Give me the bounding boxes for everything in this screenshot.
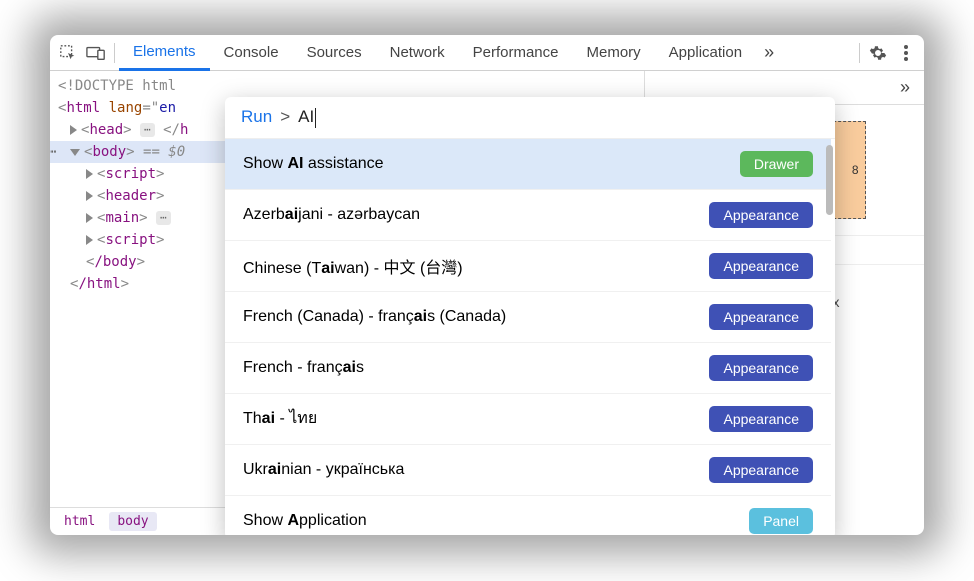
- command-item[interactable]: Chinese (Taiwan) - 中文 (台灣) Appearance: [225, 241, 831, 292]
- command-item-badge: Appearance: [709, 355, 813, 381]
- command-item[interactable]: Azerbaijani - azərbaycan Appearance: [225, 190, 831, 241]
- tab-sources[interactable]: Sources: [293, 35, 376, 71]
- settings-gear-icon[interactable]: [864, 39, 892, 67]
- command-item[interactable]: French (Canada) - français (Canada) Appea…: [225, 292, 831, 343]
- breadcrumb-html[interactable]: html: [56, 512, 103, 531]
- command-item-label: Chinese (Taiwan) - 中文 (台灣): [243, 254, 463, 278]
- tab-memory[interactable]: Memory: [573, 35, 655, 71]
- dom-doctype[interactable]: <!DOCTYPE html: [50, 75, 644, 97]
- command-item-label: French (Canada) - français (Canada): [243, 308, 506, 326]
- breadcrumb-body[interactable]: body: [109, 512, 156, 531]
- command-item-badge: Appearance: [709, 202, 813, 228]
- command-item-badge: Appearance: [709, 253, 813, 279]
- command-item-badge: Appearance: [709, 406, 813, 432]
- command-item-badge: Appearance: [709, 304, 813, 330]
- command-prefix-label: Run: [241, 107, 272, 127]
- toolbar-separator: [114, 43, 115, 63]
- command-input-row[interactable]: Run > AI: [225, 97, 835, 139]
- more-options-icon[interactable]: [892, 39, 920, 67]
- command-item[interactable]: French - français Appearance: [225, 343, 831, 394]
- command-item-badge: Appearance: [709, 457, 813, 483]
- tab-network[interactable]: Network: [376, 35, 459, 71]
- command-item-label: Ukrainian - українська: [243, 461, 404, 479]
- tab-elements[interactable]: Elements: [119, 35, 210, 71]
- command-item-badge: Drawer: [740, 151, 813, 177]
- command-item-label: Thai - ไทย: [243, 406, 317, 431]
- command-item[interactable]: Show AI assistance Drawer: [225, 139, 831, 190]
- command-item[interactable]: Show Application Panel: [225, 496, 831, 535]
- command-caret: >: [280, 107, 290, 127]
- device-toggle-icon[interactable]: [82, 39, 110, 67]
- tab-application[interactable]: Application: [655, 35, 756, 71]
- tab-performance[interactable]: Performance: [459, 35, 573, 71]
- main-toolbar: Elements Console Sources Network Perform…: [50, 35, 924, 71]
- command-item-label: French - français: [243, 359, 364, 377]
- command-item-label: Azerbaijani - azərbaycan: [243, 206, 420, 224]
- tab-console[interactable]: Console: [210, 35, 293, 71]
- scrollbar[interactable]: [826, 145, 833, 215]
- command-item[interactable]: Ukrainian - українська Appearance: [225, 445, 831, 496]
- toolbar-separator: [859, 43, 860, 63]
- command-item-badge: Panel: [749, 508, 813, 534]
- command-menu: Run > AI Show AI assistance Drawer Azerbaij…: [225, 97, 835, 535]
- command-results-list: Show AI assistance Drawer Azerbaijani - az…: [225, 139, 835, 535]
- command-item[interactable]: Thai - ไทย Appearance: [225, 394, 831, 445]
- inspect-element-icon[interactable]: [54, 39, 82, 67]
- tabs-overflow-button[interactable]: »: [756, 42, 782, 63]
- sidebar-tabs-overflow[interactable]: »: [892, 77, 918, 98]
- command-item-label: Show Application: [243, 512, 367, 530]
- command-input[interactable]: AI: [298, 107, 316, 128]
- box-model-margin-right: 8: [852, 163, 859, 177]
- devtools-window: Elements Console Sources Network Perform…: [50, 35, 924, 535]
- command-item-label: Show AI assistance: [243, 155, 384, 173]
